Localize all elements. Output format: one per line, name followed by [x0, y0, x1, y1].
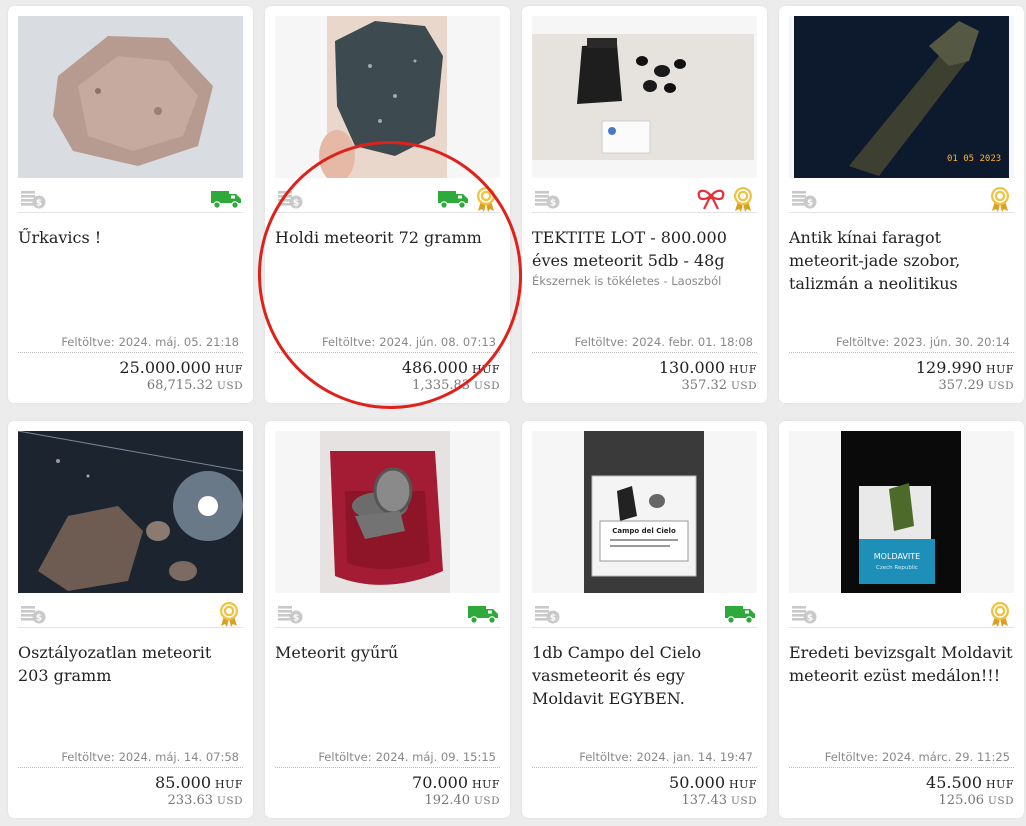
- listing-icons: [534, 186, 755, 212]
- listing-card[interactable]: Campo del Cielo 1db Campo del Cielo vasm…: [522, 421, 767, 818]
- price-huf: 25.000.000 HUF: [119, 358, 243, 377]
- upload-date: Feltöltve: 2024. máj. 14. 07:58: [61, 750, 239, 764]
- price-usd: 192.40 USD: [424, 793, 500, 808]
- listing-icons: [277, 186, 498, 212]
- currency-icon: [791, 188, 819, 210]
- currency-icon: [20, 188, 48, 210]
- currency-icon: [791, 603, 819, 625]
- upload-date: Feltöltve: 2023. jún. 30. 20:14: [835, 335, 1010, 349]
- price-usd: 1,335.83 USD: [412, 378, 500, 393]
- upload-date: Feltöltve: 2024. márc. 29. 11:25: [824, 750, 1010, 764]
- gift-bow-icon: [696, 186, 726, 212]
- currency-icon: [534, 188, 562, 210]
- listing-image[interactable]: [275, 431, 500, 593]
- listing-image[interactable]: [275, 16, 500, 178]
- listing-image[interactable]: [18, 16, 243, 178]
- listing-card[interactable]: Meteorit gyűrű Feltöltve: 2024. máj. 09. …: [265, 421, 510, 818]
- listing-icons: [534, 601, 755, 627]
- price-huf: 130.000 HUF: [658, 358, 757, 377]
- listing-card[interactable]: Űrkavics ! Feltöltve: 2024. máj. 05. 21:1…: [8, 6, 253, 403]
- price-huf: 129.990 HUF: [915, 358, 1014, 377]
- listing-title[interactable]: TEKTITE LOT - 800.000 éves meteorit 5db …: [532, 226, 759, 272]
- price-huf: 45.500 HUF: [926, 773, 1014, 792]
- currency-icon: [277, 603, 305, 625]
- price-usd: 125.06 USD: [938, 793, 1014, 808]
- listing-title[interactable]: Holdi meteorit 72 gramm: [275, 226, 502, 249]
- delivery-truck-icon: [210, 186, 242, 212]
- listing-title[interactable]: Meteorit gyűrű: [275, 641, 502, 664]
- listing-title[interactable]: Osztályozatlan meteorit 203 gramm: [18, 641, 245, 687]
- photo-sublabel: Czech Republic: [876, 565, 918, 571]
- award-badge-icon: [988, 186, 1012, 212]
- listing-card[interactable]: MOLDAVITE Czech Republic Eredeti bevizsg…: [779, 421, 1024, 818]
- award-badge-icon: [731, 186, 755, 212]
- upload-date: Feltöltve: 2024. jan. 14. 19:47: [579, 750, 753, 764]
- listing-icons: [20, 186, 241, 212]
- price-usd: 233.63 USD: [167, 793, 243, 808]
- price-huf: 486.000 HUF: [401, 358, 500, 377]
- price-huf: 50.000 HUF: [669, 773, 757, 792]
- upload-date: Feltöltve: 2024. jún. 08. 07:13: [321, 335, 496, 349]
- price-usd: 357.32 USD: [681, 378, 757, 393]
- award-badge-icon: [217, 601, 241, 627]
- listing-image[interactable]: 01 05 2023: [789, 16, 1014, 178]
- listing-image[interactable]: [18, 431, 243, 593]
- price-huf: 70.000 HUF: [412, 773, 500, 792]
- listing-image[interactable]: [532, 16, 757, 178]
- delivery-truck-icon: [724, 601, 756, 627]
- photo-label: Campo del Cielo: [612, 527, 676, 535]
- price-usd: 137.43 USD: [681, 793, 757, 808]
- delivery-truck-icon: [437, 186, 469, 212]
- currency-icon: [20, 603, 48, 625]
- currency-icon: [277, 188, 305, 210]
- listing-icons: [277, 601, 498, 627]
- delivery-truck-icon: [467, 601, 499, 627]
- listing-title[interactable]: Űrkavics !: [18, 226, 245, 249]
- listing-card[interactable]: 01 05 2023 Antik kínai faragot meteorit-…: [779, 6, 1024, 403]
- price-usd: 68,715.32 USD: [146, 378, 243, 393]
- award-badge-icon: [474, 186, 498, 212]
- listing-title[interactable]: Antik kínai faragot meteorit-jade szobor…: [789, 226, 1016, 295]
- award-badge-icon: [988, 601, 1012, 627]
- listing-image[interactable]: MOLDAVITE Czech Republic: [789, 431, 1014, 593]
- upload-date: Feltöltve: 2024. máj. 05. 21:18: [61, 335, 239, 349]
- listing-card[interactable]: Osztályozatlan meteorit 203 gramm Feltöl…: [8, 421, 253, 818]
- photo-date-stamp: 01 05 2023: [947, 154, 1001, 164]
- upload-date: Feltöltve: 2024. máj. 09. 15:15: [318, 750, 496, 764]
- upload-date: Feltöltve: 2024. febr. 01. 18:08: [574, 335, 753, 349]
- currency-icon: [534, 603, 562, 625]
- listing-title[interactable]: Eredeti bevizsgalt Moldavit meteorit ezü…: [789, 641, 1016, 687]
- listing-icons: [791, 186, 1012, 212]
- listing-image[interactable]: Campo del Cielo: [532, 431, 757, 593]
- listing-card[interactable]: TEKTITE LOT - 800.000 éves meteorit 5db …: [522, 6, 767, 403]
- price-huf: 85.000 HUF: [155, 773, 243, 792]
- listing-icons: [20, 601, 241, 627]
- price-usd: 357.29 USD: [938, 378, 1014, 393]
- listing-icons: [791, 601, 1012, 627]
- listing-card[interactable]: Holdi meteorit 72 gramm Feltöltve: 2024. …: [265, 6, 510, 403]
- listing-subtitle: Ékszernek is tökéletes - Laoszból: [532, 274, 722, 288]
- listing-title[interactable]: 1db Campo del Cielo vasmeteorit és egy M…: [532, 641, 759, 710]
- photo-label: MOLDAVITE: [874, 552, 920, 561]
